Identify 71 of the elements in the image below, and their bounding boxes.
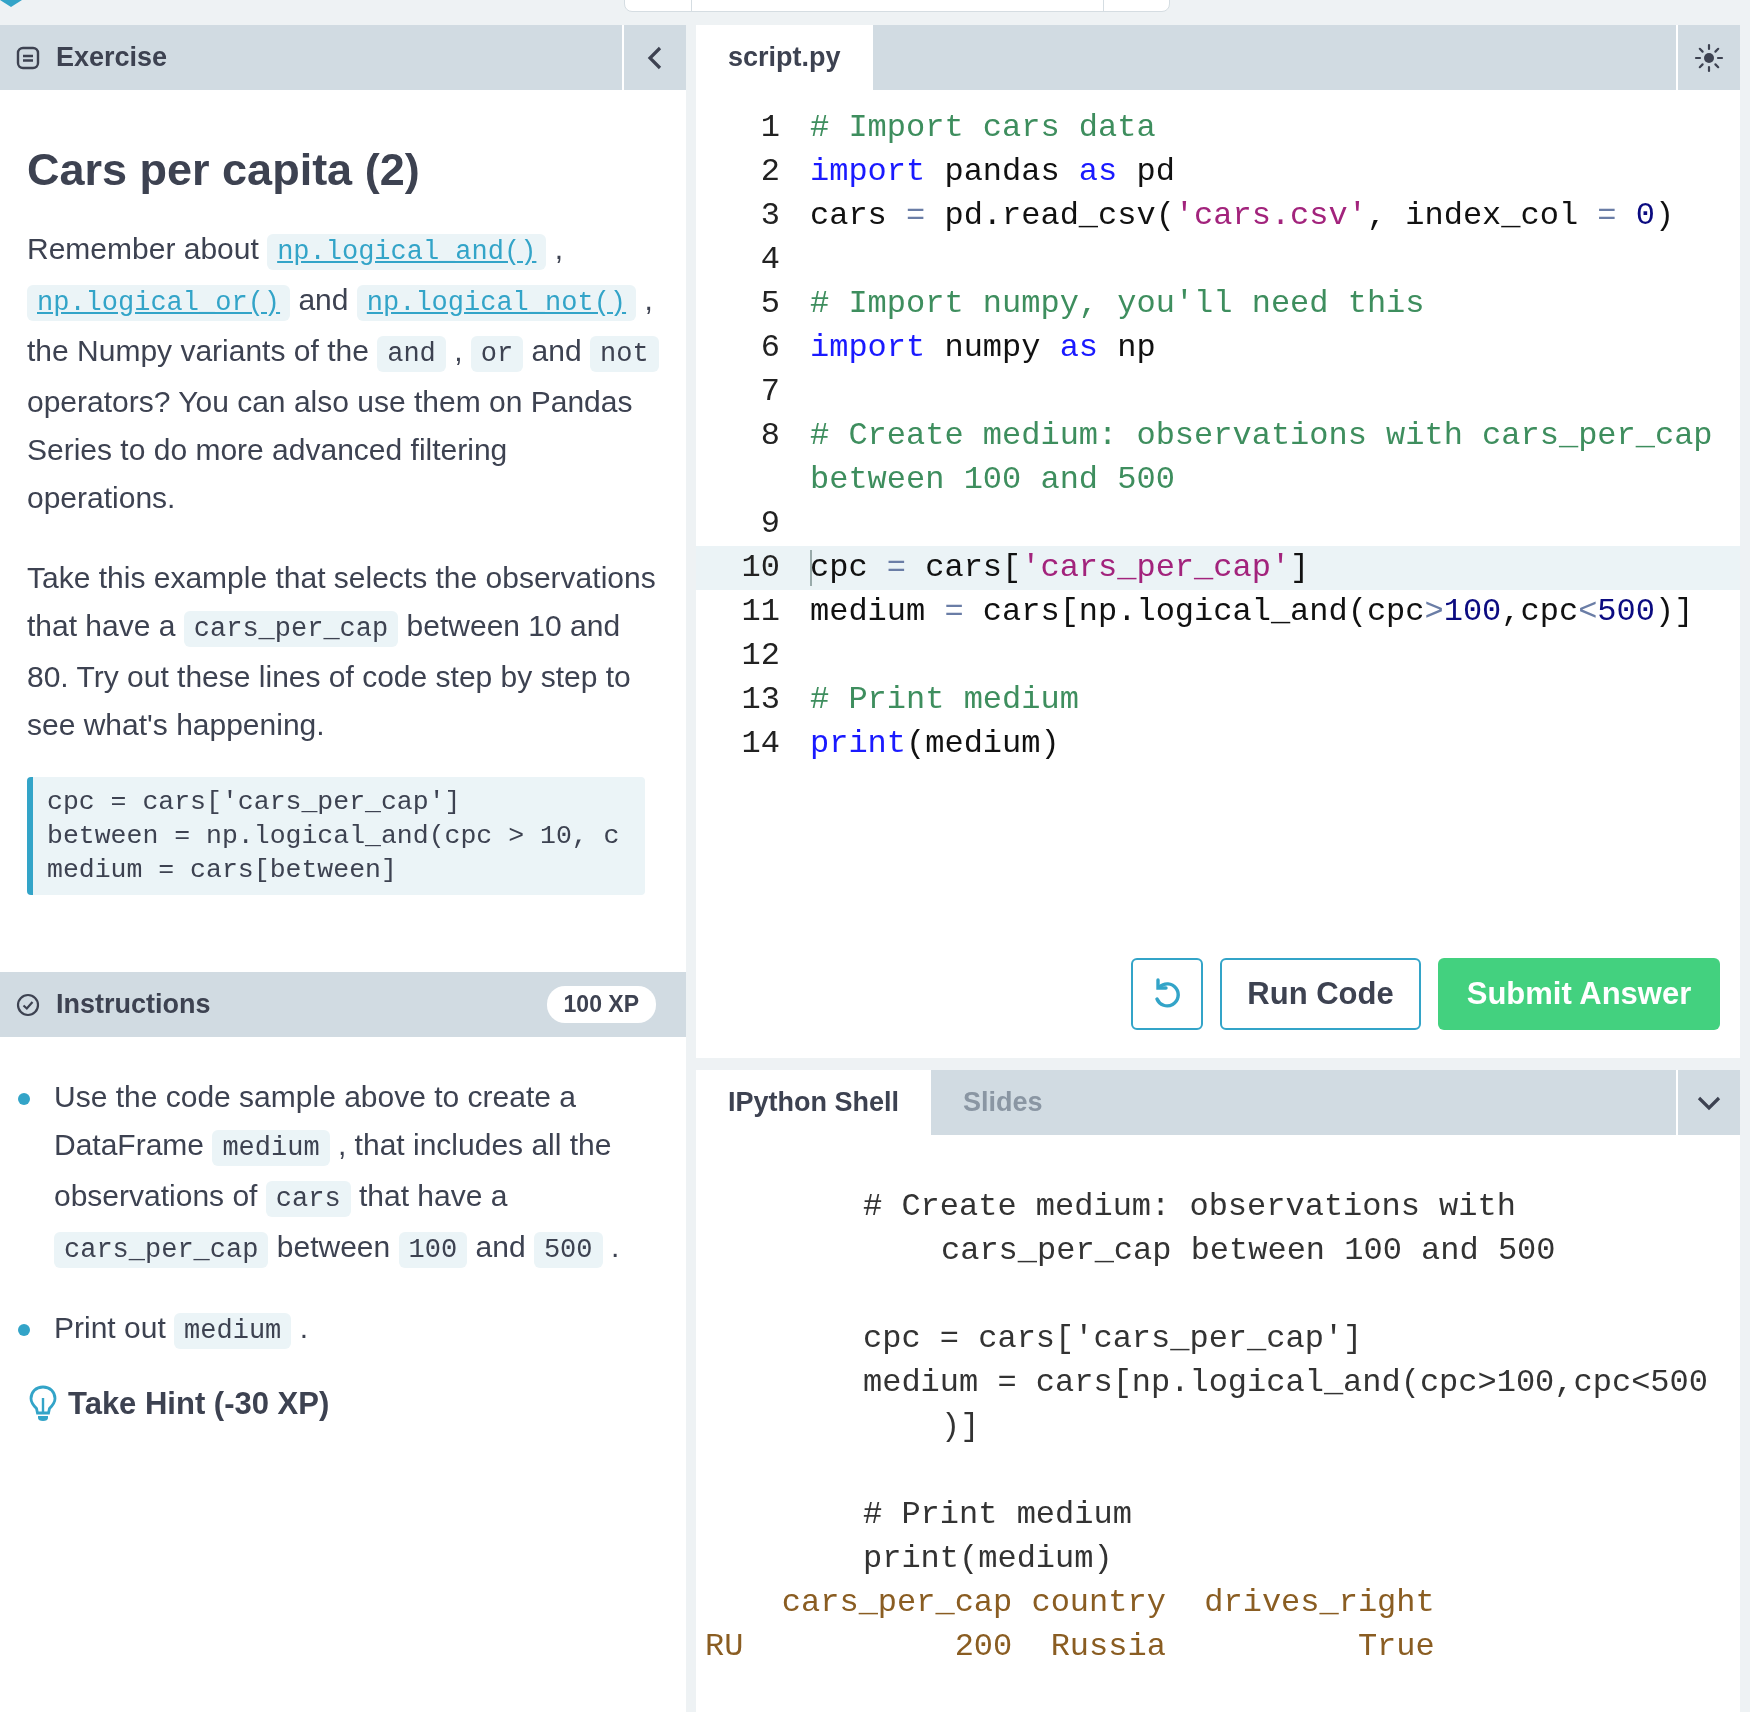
line-number: 2 xyxy=(759,152,781,192)
paragraph: Remember about np.logical_and() , np.logical_or() and np.logical_not() , the Numpy variants of the and , or and not operators? You can also use them on Pandas Series to do more advanced filtering operations. xyxy=(27,225,660,522)
code-line: print(medium) xyxy=(810,724,1061,764)
exercise-heading: Cars per capita (2) xyxy=(27,143,421,197)
code-line: import numpy as np xyxy=(810,328,1157,368)
lightbulb-icon xyxy=(28,1385,58,1423)
code-line: medium = cars[np.logical_and(cpc>100,cpc<500)] xyxy=(810,592,1695,632)
instruction-text: Use the code sample above to create a DataFrame medium , that includes all the observations of cars that have a cars_per_cap between 100 and 500 . xyxy=(54,1073,666,1274)
bullet-dot xyxy=(18,1093,30,1105)
code-line: # Print medium xyxy=(810,680,1080,720)
shell-line: print(medium) xyxy=(863,1539,1114,1579)
line-number: 9 xyxy=(759,504,781,544)
triangle-icon xyxy=(0,0,22,7)
inline-code: medium xyxy=(212,1130,330,1166)
line-number: 10 xyxy=(740,548,781,588)
code-line: cars = pd.read_csv('cars.csv', index_col = 0) xyxy=(810,196,1676,236)
line-number: 11 xyxy=(740,592,781,632)
line-number: 3 xyxy=(759,196,781,236)
bullet-dot xyxy=(18,1324,30,1336)
line-number: 5 xyxy=(759,284,781,324)
shell-line: cpc = cars['cars_per_cap'] xyxy=(863,1319,1364,1359)
code-link[interactable]: np.logical_and() xyxy=(267,234,547,270)
shell-line: # Create medium: observations with xyxy=(863,1187,1517,1227)
inline-code: 100 xyxy=(398,1232,468,1268)
line-number: 8 xyxy=(759,416,781,456)
paragraph: Take this example that selects the observations that have a cars_per_cap between 10 and 80. Try out these lines of code step by step to see what's happening. xyxy=(27,560,657,743)
instruction-text: Print out medium . xyxy=(54,1304,308,1355)
code-link[interactable]: np.logical_or() xyxy=(27,285,291,321)
text-cursor xyxy=(810,550,812,586)
output-line: cars_per_cap country drives_right xyxy=(780,1583,1436,1623)
inline-code: and xyxy=(377,336,446,372)
code-sample: cpc = cars['cars_per_cap'] between = np.logical_and(cpc > 10, c medium = cars[between] xyxy=(27,777,645,895)
code-line: # Import numpy, you'll need this xyxy=(810,284,1426,324)
shell-line: # Print medium xyxy=(863,1495,1133,1535)
code-link[interactable]: np.logical_not() xyxy=(356,285,637,321)
hint-link[interactable]: Take Hint (-30 XP) xyxy=(28,1385,330,1423)
shell-tab[interactable]: IPython Shell xyxy=(696,1070,932,1135)
inline-code: cars_per_cap xyxy=(54,1232,269,1268)
file-tab[interactable]: script.py xyxy=(696,25,873,90)
check-circle-icon xyxy=(16,992,40,1017)
inline-code: or xyxy=(470,336,524,372)
inline-code: medium xyxy=(174,1313,292,1349)
panel-title: Instructions xyxy=(56,989,211,1020)
document-icon xyxy=(16,45,40,70)
reset-button[interactable] xyxy=(1131,958,1203,1030)
shell-line: cars_per_cap between 100 and 500 xyxy=(940,1231,1557,1271)
sun-icon xyxy=(1694,42,1724,73)
line-number: 6 xyxy=(759,328,781,368)
inline-code: cars xyxy=(265,1181,351,1217)
run-code-button[interactable]: Run Code xyxy=(1220,958,1421,1030)
code-line: cpc = cars['cars_per_cap'] xyxy=(810,548,1311,588)
shell-line: )] xyxy=(940,1407,981,1447)
output-line: RU 200 Russia True xyxy=(705,1627,1436,1667)
submit-answer-button[interactable]: Submit Answer xyxy=(1438,958,1720,1030)
line-number: 7 xyxy=(759,372,781,412)
line-number: 1 xyxy=(759,108,781,148)
panel-title: Exercise xyxy=(56,42,168,73)
shell-line: medium = cars[np.logical_and(cpc>100,cpc<500 xyxy=(863,1363,1709,1403)
code-line: # Create medium: observations with cars_per_cap between 100 and 500 xyxy=(810,416,1714,500)
inline-code: cars_per_cap xyxy=(183,611,399,647)
code-line: # Import cars data xyxy=(810,108,1157,148)
code-line: import pandas as pd xyxy=(810,152,1176,192)
line-number: 4 xyxy=(759,240,781,280)
chevron-left-icon xyxy=(646,44,664,71)
inline-code: not xyxy=(590,336,659,372)
chevron-down-icon xyxy=(1696,1094,1722,1111)
line-number: 13 xyxy=(740,680,781,720)
line-number: 14 xyxy=(740,724,781,764)
line-number: 12 xyxy=(740,636,781,676)
xp-badge: 100 XP xyxy=(546,986,656,1023)
inline-code: 500 xyxy=(533,1232,603,1268)
